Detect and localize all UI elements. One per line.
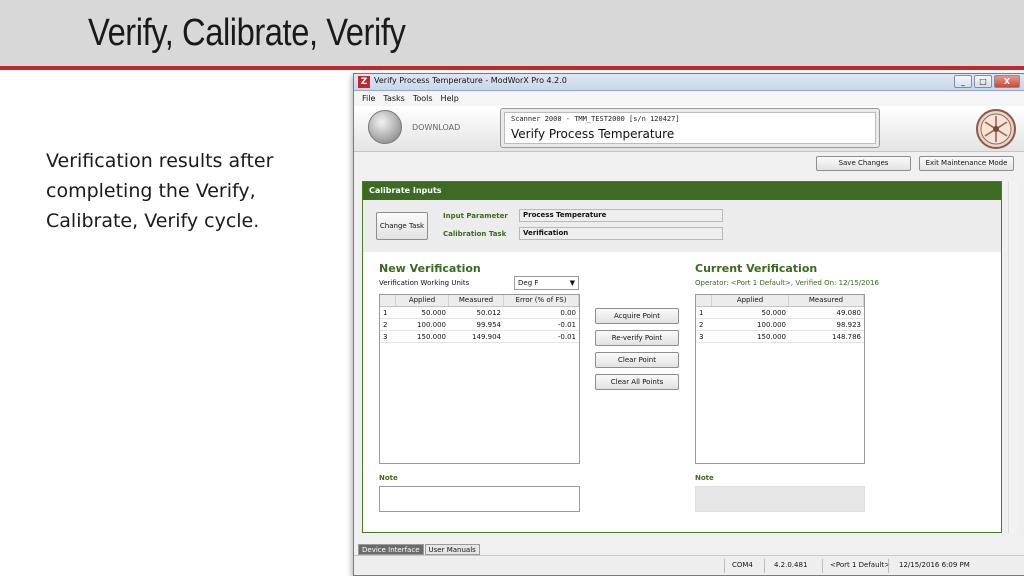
maximize-icon[interactable]: □ <box>974 75 992 88</box>
current-verification-title: Current Verification <box>695 262 818 275</box>
device-info-panel: Scanner 2000 - TMM_TEST2000 [s/n 120427]… <box>500 108 880 148</box>
table-header: Applied Measured Error (% of FS) <box>380 295 579 307</box>
reverify-point-button[interactable]: Re-verify Point <box>595 330 679 346</box>
table-cell: 100.000 <box>757 321 786 329</box>
table-cell: 149.904 <box>472 333 501 341</box>
tab-user-manuals[interactable]: User Manuals <box>424 544 480 555</box>
device-id-text: Scanner 2000 - TMM_TEST2000 [s/n 120427] <box>511 115 680 123</box>
current-verification-grid[interactable]: Applied Measured 1 50.000 49.080 2 100.0… <box>695 294 865 464</box>
table-cell: 50.000 <box>421 309 447 317</box>
exit-maintenance-button[interactable]: Exit Maintenance Mode <box>919 156 1014 171</box>
tab-device-interface[interactable]: Device Interface <box>358 544 424 555</box>
table-cell: 1 <box>699 309 704 317</box>
window-titlebar[interactable]: Z Verify Process Temperature - ModWorX P… <box>354 74 1024 91</box>
save-changes-button[interactable]: Save Changes <box>816 156 911 171</box>
working-units-label: Verification Working Units <box>379 279 470 287</box>
window-title: Verify Process Temperature - ModWorX Pro… <box>374 76 567 85</box>
calibrate-inputs-panel: Calibrate Inputs Change Task Input Param… <box>362 181 1002 533</box>
current-note-field <box>695 486 865 512</box>
table-cell: 150.000 <box>757 333 786 341</box>
slide-title-rule <box>0 66 1024 70</box>
clear-all-points-button[interactable]: Clear All Points <box>595 374 679 390</box>
new-verification-title: New Verification <box>379 262 481 275</box>
acquire-point-button[interactable]: Acquire Point <box>595 308 679 324</box>
table-cell: 2 <box>699 321 704 329</box>
device-task-text: Verify Process Temperature <box>511 127 675 141</box>
new-note-label: Note <box>379 474 398 482</box>
column-header <box>696 295 712 306</box>
table-cell: 1 <box>383 309 388 317</box>
status-port: COM4 <box>732 561 753 569</box>
column-header: Applied <box>712 295 789 306</box>
minimize-icon[interactable]: _ <box>954 75 972 88</box>
calibrate-settings: Change Task Input Parameter Process Temp… <box>363 200 1001 252</box>
table-cell: 3 <box>699 333 704 341</box>
status-version: 4.2.0.481 <box>774 561 808 569</box>
table-cell: 50.012 <box>476 309 502 317</box>
device-toolbar: DOWNLOAD Scanner 2000 - TMM_TEST2000 [s/… <box>354 106 1024 152</box>
table-cell: 49.080 <box>836 309 862 317</box>
slide-title: Verify, Calibrate, Verify <box>88 12 406 54</box>
menu-bar: File Tasks Tools Help <box>354 92 1024 106</box>
modworx-window: Z Verify Process Temperature - ModWorX P… <box>353 73 1024 576</box>
action-bar: Save Changes Exit Maintenance Mode <box>354 153 1024 175</box>
table-cell: 99.954 <box>476 321 502 329</box>
table-cell: -0.01 <box>557 321 576 329</box>
slide-body-text: Verification results after completing th… <box>46 150 274 232</box>
change-task-button[interactable]: Change Task <box>376 212 428 240</box>
table-cell: 2 <box>383 321 388 329</box>
current-note-label: Note <box>695 474 714 482</box>
column-header <box>380 295 396 306</box>
table-cell: 148.786 <box>832 333 861 341</box>
close-icon[interactable]: X <box>994 75 1020 88</box>
table-cell: 100.000 <box>417 321 446 329</box>
table-header: Applied Measured <box>696 295 864 307</box>
table-cell: 3 <box>383 333 388 341</box>
calibration-task-label: Calibration Task <box>443 230 507 238</box>
table-row[interactable]: 3 150.000 149.904 -0.01 <box>380 331 579 343</box>
menu-file[interactable]: File <box>362 92 375 106</box>
new-verification-grid[interactable]: Applied Measured Error (% of FS) 1 50.00… <box>379 294 580 464</box>
new-note-input[interactable] <box>379 486 580 512</box>
column-header: Applied <box>396 295 449 306</box>
panel-scrollbar[interactable] <box>1008 181 1018 533</box>
menu-tools[interactable]: Tools <box>413 92 433 106</box>
status-bar: COM4 4.2.0.481 <Port 1 Default> 12/15/20… <box>354 555 1024 575</box>
column-header: Error (% of FS) <box>504 295 579 306</box>
table-row[interactable]: 2 100.000 98.923 <box>696 319 864 331</box>
status-divider <box>888 559 889 573</box>
status-divider <box>724 559 725 573</box>
app-logo-icon: Z <box>358 76 370 88</box>
download-label: DOWNLOAD <box>412 123 461 132</box>
column-header: Measured <box>789 295 864 306</box>
input-parameter-field: Process Temperature <box>519 209 723 222</box>
bottom-tab-strip: Device Interface User Manuals <box>358 544 481 555</box>
status-divider <box>822 559 823 573</box>
table-row[interactable]: 1 50.000 50.012 0.00 <box>380 307 579 319</box>
chevron-down-icon: ▼ <box>569 279 575 287</box>
table-cell: 150.000 <box>417 333 446 341</box>
table-cell: -0.01 <box>557 333 576 341</box>
menu-tasks[interactable]: Tasks <box>383 92 404 106</box>
clear-point-button[interactable]: Clear Point <box>595 352 679 368</box>
working-units-select[interactable]: Deg F ▼ <box>514 276 579 290</box>
table-cell: 0.00 <box>560 309 576 317</box>
input-parameter-label: Input Parameter <box>443 212 508 220</box>
fan-logo-icon <box>976 109 1016 149</box>
table-cell: 98.923 <box>836 321 862 329</box>
download-button[interactable] <box>368 110 402 144</box>
table-cell: 50.000 <box>761 309 787 317</box>
status-divider <box>764 559 765 573</box>
status-user: <Port 1 Default> <box>830 561 891 569</box>
table-row[interactable]: 2 100.000 99.954 -0.01 <box>380 319 579 331</box>
table-row[interactable]: 3 150.000 148.786 <box>696 331 864 343</box>
table-row[interactable]: 1 50.000 49.080 <box>696 307 864 319</box>
status-datetime: 12/15/2016 6:09 PM <box>899 561 970 569</box>
operator-line: Operator: <Port 1 Default>, Verified On:… <box>695 279 879 287</box>
working-units-value: Deg F <box>518 279 539 287</box>
column-header: Measured <box>449 295 504 306</box>
panel-header: Calibrate Inputs <box>363 182 1001 200</box>
calibration-task-field: Verification <box>519 227 723 240</box>
menu-help[interactable]: Help <box>441 92 459 106</box>
